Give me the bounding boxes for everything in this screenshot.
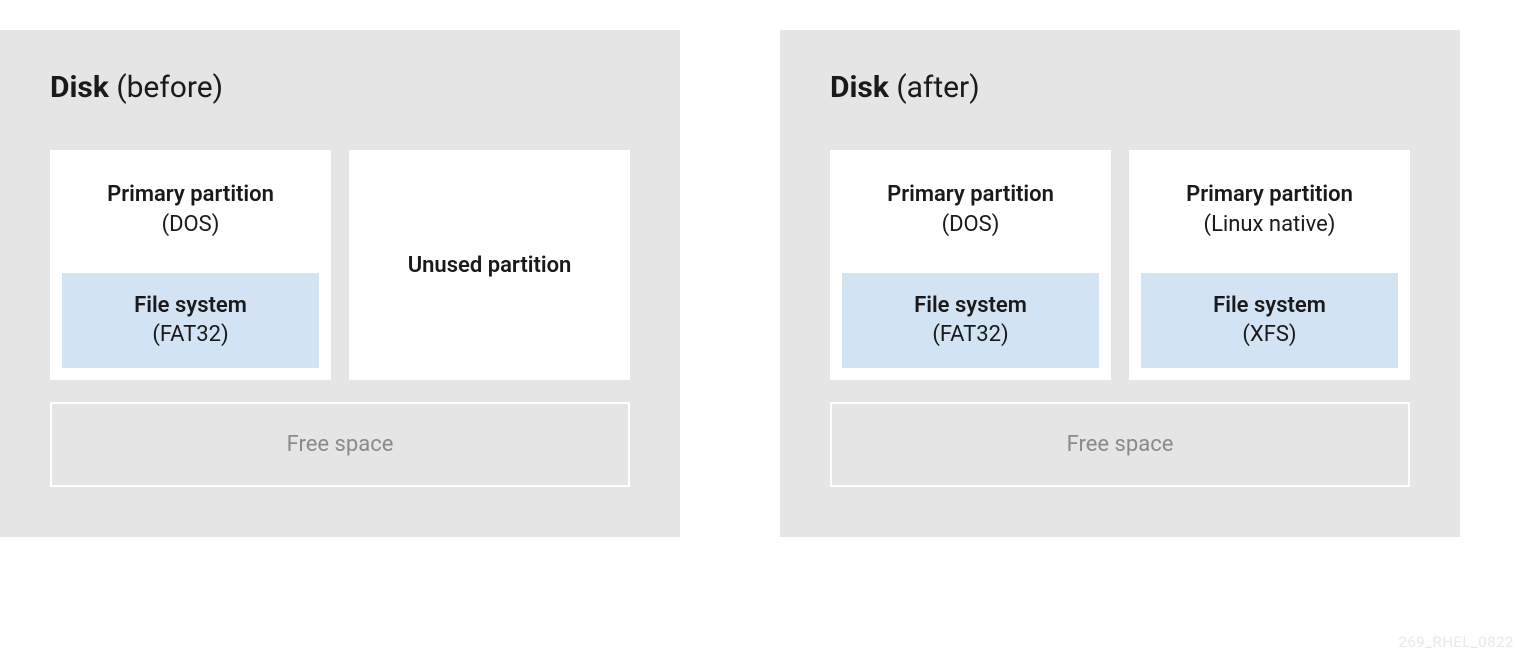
filesystem-box-fat32-after: File system (FAT32) (842, 273, 1099, 368)
disk-title-rest: (after) (889, 70, 980, 105)
filesystem-box-fat32-before: File system (FAT32) (62, 273, 319, 368)
partition-primary-linux-after: Primary partition (Linux native) File sy… (1129, 150, 1410, 380)
filesystem-title: File system (72, 291, 309, 321)
disk-title-before: Disk (before) (50, 70, 630, 105)
disk-panel-before: Disk (before) Primary partition (DOS) Fi… (0, 30, 680, 537)
partition-title: Primary partition (842, 180, 1099, 210)
partition-primary-dos-after: Primary partition (DOS) File system (FAT… (830, 150, 1111, 380)
filesystem-title: File system (852, 291, 1089, 321)
watermark: 269_RHEL_0822 (1398, 633, 1514, 651)
diagram-container: Disk (before) Primary partition (DOS) Fi… (0, 0, 1520, 567)
partition-unused-before: Unused partition (349, 150, 630, 380)
disk-title-rest: (before) (109, 70, 223, 105)
partitions-row-after: Primary partition (DOS) File system (FAT… (830, 150, 1410, 380)
disk-title-after: Disk (after) (830, 70, 1410, 105)
disk-panel-after: Disk (after) Primary partition (DOS) Fil… (780, 30, 1460, 537)
partition-subtitle: (Linux native) (1141, 210, 1398, 240)
filesystem-title: File system (1151, 291, 1388, 321)
partition-subtitle: (DOS) (62, 210, 319, 240)
filesystem-subtitle: (FAT32) (72, 320, 309, 350)
disk-title-bold: Disk (830, 70, 889, 105)
partition-subtitle: (DOS) (842, 210, 1099, 240)
partition-primary-dos-before: Primary partition (DOS) File system (FAT… (50, 150, 331, 380)
filesystem-subtitle: (XFS) (1151, 320, 1388, 350)
free-space-after: Free space (830, 402, 1410, 487)
partition-title: Primary partition (1141, 180, 1398, 210)
unused-partition-label: Unused partition (361, 253, 618, 278)
free-space-label: Free space (842, 432, 1398, 457)
disk-title-bold: Disk (50, 70, 109, 105)
filesystem-subtitle: (FAT32) (852, 320, 1089, 350)
free-space-before: Free space (50, 402, 630, 487)
partition-title: Primary partition (62, 180, 319, 210)
free-space-label: Free space (62, 432, 618, 457)
partitions-row-before: Primary partition (DOS) File system (FAT… (50, 150, 630, 380)
filesystem-box-xfs-after: File system (XFS) (1141, 273, 1398, 368)
